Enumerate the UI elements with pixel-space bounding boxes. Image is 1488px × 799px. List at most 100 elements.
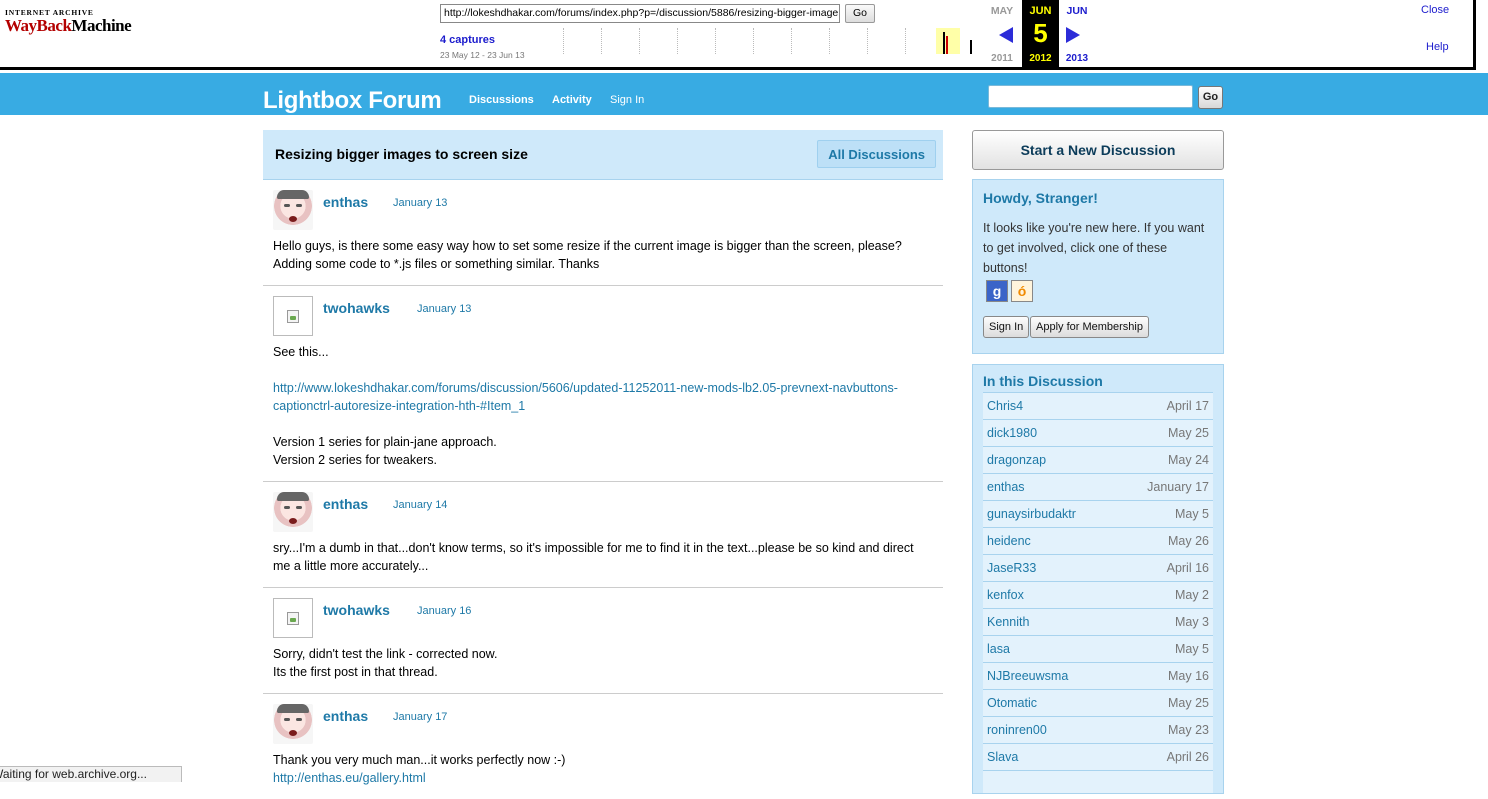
participant-row[interactable]: heidenc May 26 bbox=[983, 527, 1213, 554]
avatar[interactable] bbox=[273, 704, 313, 744]
participant-row[interactable]: Kennith May 3 bbox=[983, 608, 1213, 635]
comment-author[interactable]: twohawks bbox=[323, 602, 390, 618]
participant-date: May 2 bbox=[1174, 588, 1209, 602]
in-this-discussion-box: In this Discussion Chris4 April 17 dick198… bbox=[972, 364, 1224, 794]
comment-date[interactable]: January 17 bbox=[393, 711, 447, 723]
participant-name[interactable]: Otomatic bbox=[987, 696, 1037, 710]
sparkline-tick bbox=[639, 28, 640, 54]
participant-row[interactable]: roninren00 May 23 bbox=[983, 716, 1213, 743]
comment-date[interactable]: January 13 bbox=[393, 197, 447, 209]
participant-date: May 25 bbox=[1168, 696, 1209, 710]
nav-activity[interactable]: Activity bbox=[552, 94, 592, 106]
avatar[interactable] bbox=[273, 296, 313, 336]
search-input[interactable] bbox=[988, 85, 1193, 108]
participant-name[interactable]: Kennith bbox=[987, 615, 1029, 629]
participant-row[interactable]: Otomatic May 25 bbox=[983, 689, 1213, 716]
participant-date: January 17 bbox=[1147, 480, 1209, 494]
comment-author[interactable]: twohawks bbox=[323, 300, 390, 316]
sparkline-tick bbox=[867, 28, 868, 54]
participant-date: May 26 bbox=[1168, 534, 1209, 548]
sparkline-tick bbox=[905, 28, 906, 54]
participant-name[interactable]: Slava bbox=[987, 750, 1018, 764]
participant-name[interactable]: dick1980 bbox=[987, 426, 1037, 440]
prev-month: MAY bbox=[990, 5, 1014, 17]
comment-text: Version 2 series for tweakers. bbox=[273, 453, 437, 467]
comment-link[interactable]: http://enthas.eu/gallery.html bbox=[273, 769, 933, 787]
participant-list: Chris4 April 17 dick1980 May 25 dragonzap May… bbox=[983, 392, 1213, 793]
participant-name[interactable]: roninren00 bbox=[987, 723, 1047, 737]
discussion-title: Resizing bigger images to screen size bbox=[275, 146, 528, 162]
participant-row[interactable]: dragonzap May 24 bbox=[983, 446, 1213, 473]
comment-author[interactable]: enthas bbox=[323, 194, 368, 210]
participant-name[interactable]: gunaysirbudaktr bbox=[987, 507, 1076, 521]
comment: enthas January 17 Thank you very much ma… bbox=[263, 694, 943, 799]
next-month[interactable]: JUN bbox=[1057, 5, 1097, 17]
comment-author[interactable]: enthas bbox=[323, 708, 368, 724]
comment-text: Sorry, didn't test the link - corrected … bbox=[273, 647, 498, 661]
wayback-url-input[interactable]: http://lokeshdhakar.com/forums/index.php… bbox=[440, 4, 840, 23]
participant-name[interactable]: dragonzap bbox=[987, 453, 1046, 467]
howdy-box: Howdy, Stranger! It looks like you're ne… bbox=[972, 179, 1224, 354]
participant-row[interactable]: JaseR33 April 16 bbox=[983, 554, 1213, 581]
participant-row[interactable]: enthas January 17 bbox=[983, 473, 1213, 500]
participant-date: April 26 bbox=[1166, 750, 1209, 764]
howdy-title: Howdy, Stranger! bbox=[983, 190, 1098, 206]
participant-row[interactable]: dick1980 May 25 bbox=[983, 419, 1213, 446]
capture-sparkline[interactable] bbox=[540, 26, 985, 56]
browser-status-bar: Waiting for web.archive.org... bbox=[0, 766, 182, 782]
avatar[interactable] bbox=[273, 492, 313, 532]
participant-name[interactable]: NJBreeuwsma bbox=[987, 669, 1068, 683]
captures-range: 23 May 12 - 23 Jun 13 bbox=[440, 50, 525, 60]
search-go-button[interactable]: Go bbox=[1198, 86, 1223, 109]
comment-date[interactable]: January 16 bbox=[417, 605, 471, 617]
participant-row[interactable]: lasa May 5 bbox=[983, 635, 1213, 662]
comment-link[interactable]: http://www.lokeshdhakar.com/forums/discu… bbox=[273, 379, 933, 415]
comment-text: sry...I'm a dumb in that...don't know te… bbox=[273, 541, 914, 573]
next-year[interactable]: 2013 bbox=[1057, 53, 1097, 64]
prev-capture-icon[interactable] bbox=[999, 27, 1013, 43]
comment-body: Sorry, didn't test the link - corrected … bbox=[273, 645, 933, 681]
wayback-go-button[interactable]: Go bbox=[845, 4, 875, 23]
google-icon[interactable]: g bbox=[986, 280, 1008, 302]
wayback-close-link[interactable]: Close bbox=[1421, 4, 1449, 16]
comment-date[interactable]: January 14 bbox=[393, 499, 447, 511]
comment-date[interactable]: January 13 bbox=[417, 303, 471, 315]
avatar[interactable] bbox=[273, 190, 313, 230]
all-discussions-button[interactable]: All Discussions bbox=[817, 140, 936, 168]
comment-author[interactable]: enthas bbox=[323, 496, 368, 512]
next-capture-icon[interactable] bbox=[1066, 27, 1080, 43]
participant-name[interactable]: enthas bbox=[987, 480, 1025, 494]
participant-name[interactable]: lasa bbox=[987, 642, 1010, 656]
participant-name[interactable]: heidenc bbox=[987, 534, 1031, 548]
nav-discussions[interactable]: Discussions bbox=[469, 94, 534, 106]
participant-name[interactable]: Chris4 bbox=[987, 399, 1023, 413]
wayback-logo[interactable]: INTERNET ARCHIVE WayBackMachine bbox=[5, 8, 132, 35]
participant-name[interactable]: JaseR33 bbox=[987, 561, 1036, 575]
sign-in-button[interactable]: Sign In bbox=[983, 316, 1030, 338]
participant-row[interactable]: Slava April 26 bbox=[983, 743, 1213, 770]
start-discussion-button[interactable]: Start a New Discussion bbox=[972, 130, 1224, 170]
participant-date: May 23 bbox=[1168, 723, 1209, 737]
sparkline-bar bbox=[946, 36, 948, 54]
current-month: JUN bbox=[1029, 5, 1052, 17]
participant-row[interactable]: Chris4 April 17 bbox=[983, 392, 1213, 419]
apply-membership-button[interactable]: Apply for Membership bbox=[1030, 316, 1149, 338]
sparkline-bar bbox=[943, 32, 945, 54]
forum-title[interactable]: Lightbox Forum bbox=[263, 87, 442, 115]
current-day: 5 bbox=[1033, 18, 1048, 48]
wayback-help-link[interactable]: Help bbox=[1426, 41, 1449, 53]
nav-sign-in[interactable]: Sign In bbox=[610, 94, 644, 106]
broken-image-icon bbox=[287, 310, 299, 323]
captures-link[interactable]: 4 captures bbox=[440, 34, 495, 46]
participant-row[interactable] bbox=[983, 770, 1213, 793]
participant-date: April 16 bbox=[1166, 561, 1209, 575]
participant-name[interactable]: kenfox bbox=[987, 588, 1024, 602]
openid-icon[interactable]: ó bbox=[1011, 280, 1033, 302]
logo-wayback-text: WayBack bbox=[5, 16, 72, 35]
participant-row[interactable]: gunaysirbudaktr May 5 bbox=[983, 500, 1213, 527]
avatar[interactable] bbox=[273, 598, 313, 638]
participant-date: May 16 bbox=[1168, 669, 1209, 683]
participant-row[interactable]: kenfox May 2 bbox=[983, 581, 1213, 608]
participant-row[interactable]: NJBreeuwsma May 16 bbox=[983, 662, 1213, 689]
logo-machine-text: Machine bbox=[71, 16, 132, 35]
